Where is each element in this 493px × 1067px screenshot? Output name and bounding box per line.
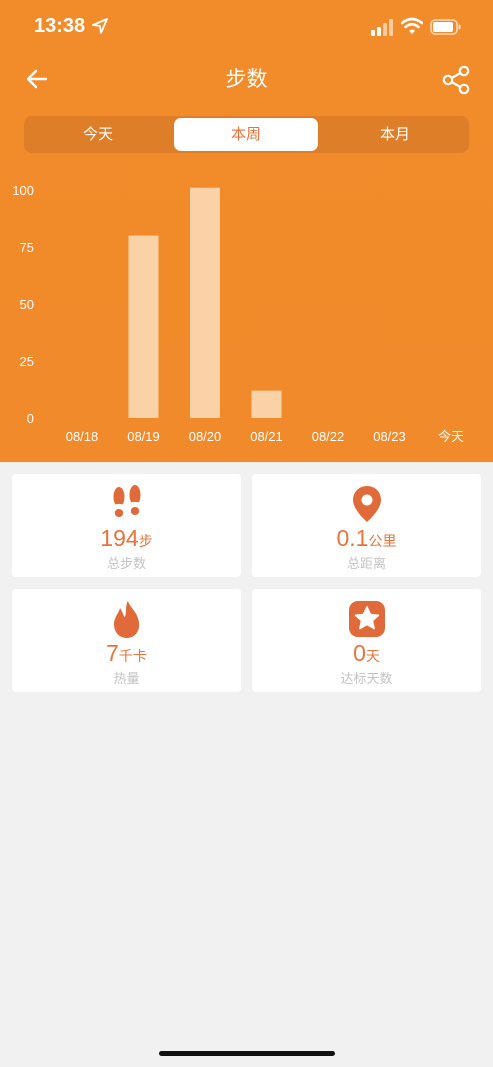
total-steps-value: 194 (100, 525, 139, 551)
wifi-icon (401, 17, 423, 34)
x-tick-label: 08/23 (373, 429, 406, 444)
star-badge-icon (348, 601, 385, 637)
steps-bar-chart: 0 25 50 75 100 08/18 08/19 08/20 08/21 08/22 08/23… (12, 183, 464, 444)
chart-bar[interactable] (190, 187, 220, 418)
goal-days-value: 0 (353, 640, 366, 666)
status-bar: 13:38 (0, 0, 493, 56)
period-tabs: 今天 本周 本月 (24, 116, 469, 153)
card-total-distance: 0.1公里 总距离 (252, 474, 481, 577)
y-tick-label: 100 (12, 183, 34, 198)
goal-days-unit: 天 (365, 649, 380, 665)
card-goal-days: 0天 达标天数 (252, 589, 481, 692)
header-panel: 13:38 步数 今天 本周 本月 0 25 50 75 100 08/18 0… (0, 0, 493, 462)
tab-this-week[interactable]: 本周 (174, 118, 318, 151)
tab-today[interactable]: 今天 (24, 116, 172, 153)
chart-bar[interactable] (128, 235, 159, 418)
flame-icon (113, 601, 139, 638)
card-total-steps: 194步 总步数 (12, 474, 241, 577)
chart-bar[interactable] (251, 390, 282, 418)
y-tick-label: 75 (20, 240, 34, 255)
location-pin-icon (352, 486, 381, 522)
x-tick-label: 08/21 (250, 429, 283, 444)
battery-icon (430, 19, 461, 35)
home-indicator (159, 1051, 335, 1056)
page-title: 步数 (225, 67, 268, 91)
cellular-signal-icon (371, 19, 393, 36)
x-tick-label: 08/18 (66, 429, 99, 444)
footprints-icon (113, 485, 140, 517)
x-tick-label: 08/20 (189, 429, 222, 444)
status-time: 13:38 (34, 15, 86, 37)
total-distance-unit: 公里 (368, 534, 397, 550)
x-tick-label: 今天 (438, 429, 464, 444)
goal-days-label: 达标天数 (340, 672, 393, 687)
y-tick-label: 50 (20, 297, 34, 312)
share-icon[interactable] (440, 64, 472, 96)
calories-value: 7 (106, 640, 119, 666)
calories-unit: 千卡 (118, 649, 147, 665)
location-arrow-icon (92, 18, 108, 34)
total-steps-unit: 步 (138, 534, 153, 550)
tab-this-month[interactable]: 本月 (321, 116, 469, 153)
calories-label: 热量 (113, 672, 140, 687)
card-calories: 7千卡 热量 (12, 589, 241, 692)
y-tick-label: 25 (20, 354, 34, 369)
x-tick-label: 08/22 (312, 429, 345, 444)
total-steps-label: 总步数 (106, 557, 146, 572)
total-distance-value: 0.1 (336, 525, 369, 551)
total-distance-label: 总距离 (346, 557, 386, 572)
x-tick-label: 08/19 (127, 429, 160, 444)
y-tick-label: 0 (27, 411, 34, 426)
